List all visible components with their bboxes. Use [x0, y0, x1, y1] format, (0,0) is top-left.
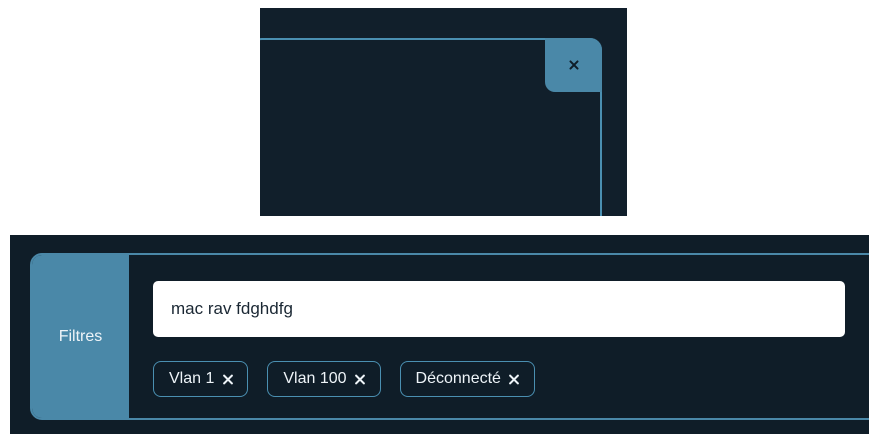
filter-tags: Vlan 1 Vlan 100 Déconnecté	[153, 361, 535, 397]
close-icon[interactable]	[222, 374, 233, 385]
filter-tag-label: Vlan 1	[169, 370, 215, 387]
filter-tag-label: Déconnecté	[415, 370, 501, 387]
filter-label: Filtres	[58, 327, 103, 345]
filter-tag-deconnecte[interactable]: Déconnecté	[399, 361, 535, 397]
modal-corner-panel	[260, 8, 627, 216]
filter-content: Vlan 1 Vlan 100 Déconnecté	[129, 255, 869, 418]
screenshot-stage: Filtres Vlan 1 Vlan 100 Déconnecté	[0, 0, 869, 434]
modal-close-button[interactable]	[545, 38, 602, 92]
filter-tag-vlan-100[interactable]: Vlan 100	[267, 361, 381, 397]
close-icon[interactable]	[355, 374, 366, 385]
filter-box: Filtres Vlan 1 Vlan 100 Déconnecté	[30, 253, 869, 420]
search-input[interactable]	[153, 281, 845, 337]
filters-panel: Filtres Vlan 1 Vlan 100 Déconnecté	[10, 235, 869, 434]
filter-tag-vlan-1[interactable]: Vlan 1	[153, 361, 249, 397]
filter-tag-label: Vlan 100	[283, 370, 347, 387]
close-icon[interactable]	[509, 374, 520, 385]
close-icon	[569, 60, 579, 70]
filter-label-column: Filtres	[32, 255, 129, 418]
